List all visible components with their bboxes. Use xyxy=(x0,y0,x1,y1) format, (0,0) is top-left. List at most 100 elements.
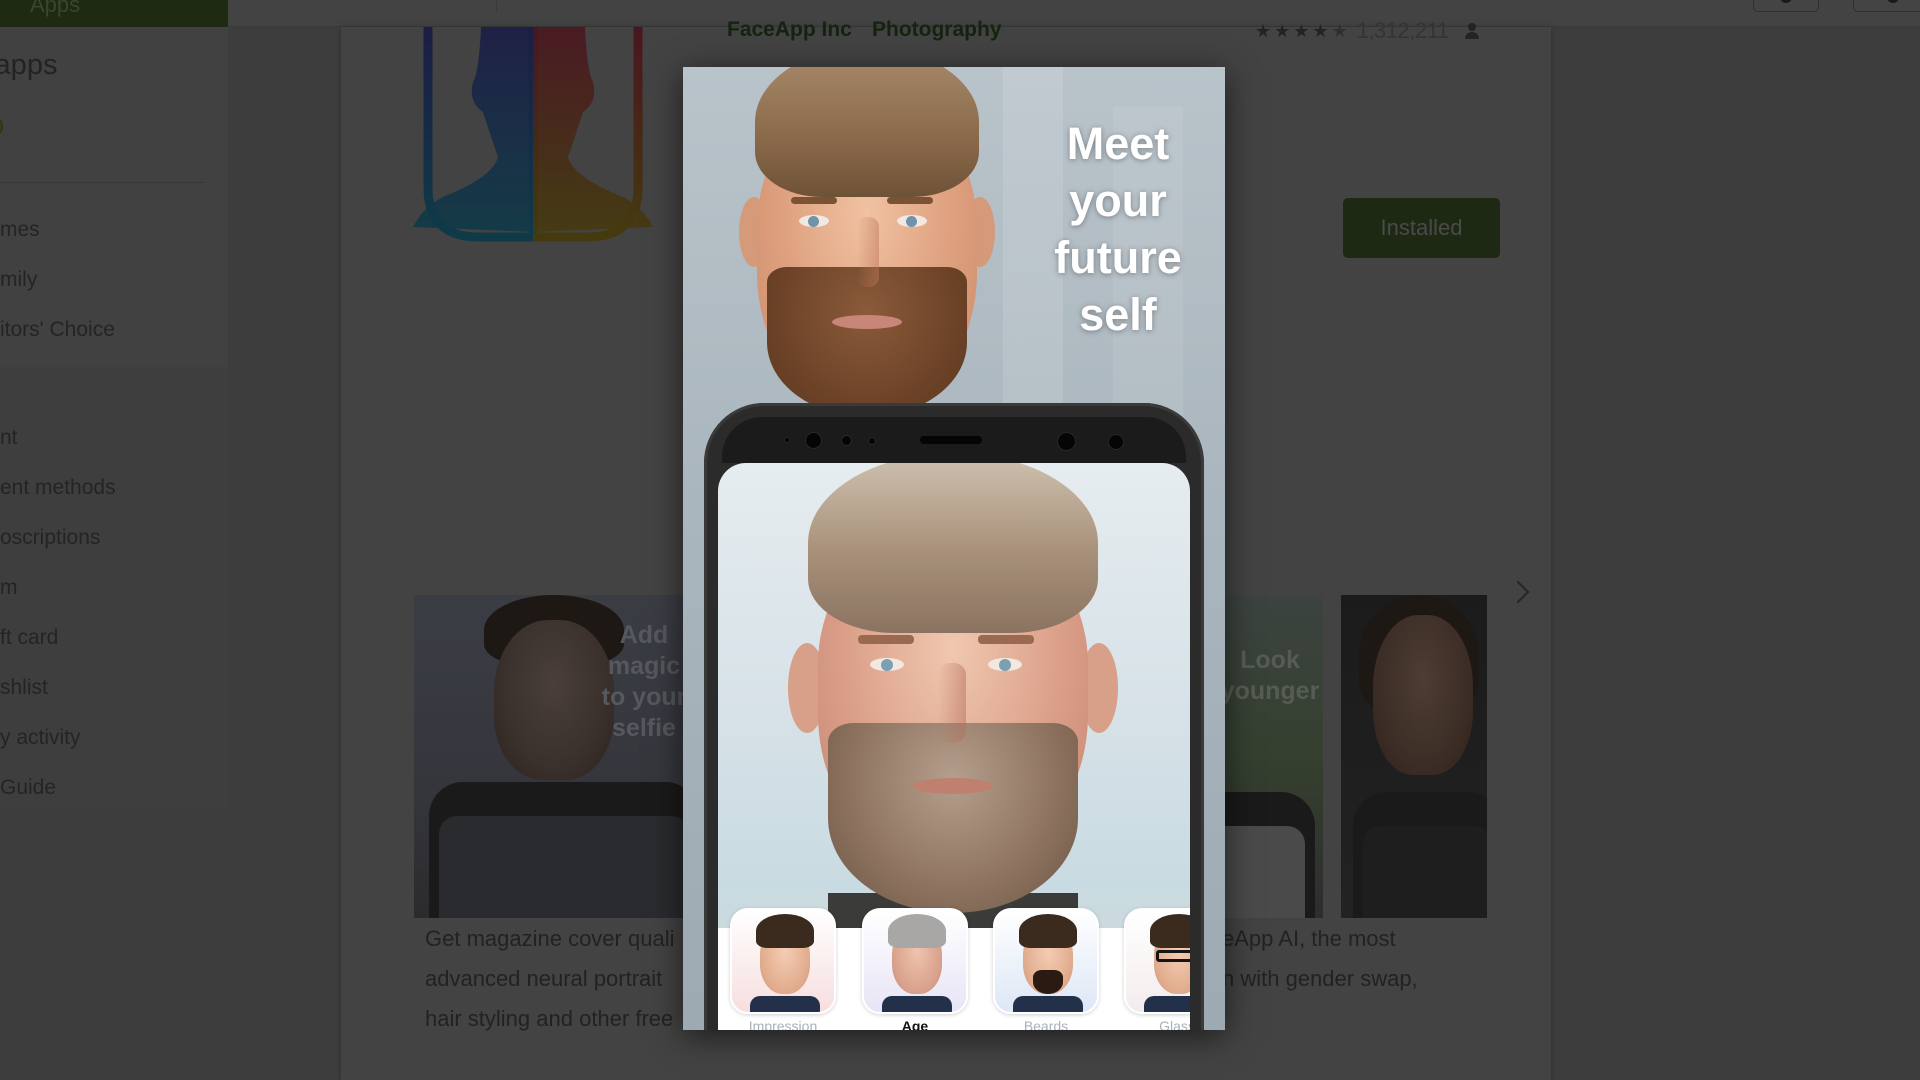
brand-bar[interactable]: Apps xyxy=(0,0,228,27)
description-line: hair styling and other free xyxy=(425,1006,674,1031)
thumbnail-caption: Add magic to your selfie xyxy=(601,621,684,742)
aged-face-photo xyxy=(788,463,1118,933)
headline-line: your xyxy=(1069,175,1167,226)
sensor-icon xyxy=(784,437,790,443)
nose xyxy=(938,663,966,743)
eye xyxy=(988,658,1022,671)
headline-line: future xyxy=(1054,232,1182,283)
headline-line: Meet xyxy=(1066,118,1170,169)
header-account-button[interactable] xyxy=(1853,0,1920,12)
description-line: eApp AI, the most xyxy=(1222,926,1396,951)
filter-beards[interactable]: Beards xyxy=(993,908,1099,1030)
thumb-phone-screen xyxy=(1363,826,1487,918)
sidebar-item-payment-methods[interactable]: ent methods xyxy=(0,476,116,500)
sidebar-item-editors-choice[interactable]: itors' Choice xyxy=(0,318,115,342)
filter-label: Beards xyxy=(1023,1018,1069,1030)
phone-mockup: Impression Age Beards Glas xyxy=(704,403,1204,1030)
sidebar-divider xyxy=(0,182,205,183)
thumb-phone-screen xyxy=(439,816,684,918)
sensor-icon xyxy=(868,437,876,445)
filter-thumbnail xyxy=(993,908,1099,1014)
mini-shirt xyxy=(1144,996,1190,1012)
sidebar-item-subscriptions[interactable]: oscriptions xyxy=(0,526,100,550)
screenshot-lightbox[interactable]: Meet your future self Impression Age Bea… xyxy=(683,67,1225,1030)
description-line: Get magazine cover quali xyxy=(425,926,675,951)
beard xyxy=(767,267,967,417)
beard xyxy=(828,723,1078,913)
description-line: advanced neural portrait xyxy=(425,966,663,991)
mini-hair xyxy=(1150,914,1190,948)
thumb-phone xyxy=(1225,792,1315,918)
screenshot-thumbnail[interactable]: Look younger xyxy=(1225,595,1323,918)
headline-line: self xyxy=(1079,289,1157,340)
sidebar-section-shop[interactable]: hop xyxy=(0,109,4,142)
app-icon xyxy=(413,27,653,242)
help-icon xyxy=(1780,0,1792,3)
installed-button[interactable]: Installed xyxy=(1343,198,1500,258)
thumb-phone xyxy=(1353,792,1487,918)
sidebar-section-my-apps[interactable]: y apps xyxy=(0,49,57,82)
account-icon xyxy=(1887,0,1899,3)
brand-label: Apps xyxy=(30,0,81,17)
half-star-icon: ★ xyxy=(1331,20,1348,41)
sidebar-item-account[interactable]: nt xyxy=(0,426,18,450)
thumb-phone xyxy=(429,782,684,918)
eyebrow xyxy=(791,197,837,204)
sensor-icon xyxy=(841,435,852,446)
star-icon: ★ xyxy=(1274,20,1291,41)
headline: Meet your future self xyxy=(1023,115,1213,343)
sidebar-item-my-play-activity[interactable]: y activity xyxy=(0,726,81,750)
mini-shirt xyxy=(882,996,952,1012)
sidebar-item-buy-gift-card[interactable]: ft card xyxy=(0,626,58,650)
sidebar-item-family[interactable]: mily xyxy=(0,268,37,292)
filter-thumbnail xyxy=(730,908,836,1014)
chevron-right-icon[interactable] xyxy=(1508,578,1532,608)
header-divider xyxy=(496,0,497,12)
eye xyxy=(897,215,927,227)
eye xyxy=(870,658,904,671)
eye xyxy=(799,215,829,227)
screenshot-thumbnail[interactable]: Add magic to your selfie xyxy=(414,595,684,918)
screenshot-thumbnail[interactable] xyxy=(1341,595,1487,918)
filter-thumbnail xyxy=(862,908,968,1014)
mouth xyxy=(832,315,902,329)
camera-icon xyxy=(1057,432,1076,451)
eyebrow xyxy=(887,197,933,204)
sidebar-item-wishlist[interactable]: shlist xyxy=(0,676,48,700)
mouth xyxy=(913,778,993,794)
sidebar-item-redeem[interactable]: m xyxy=(0,576,18,600)
filter-label: Impression xyxy=(748,1018,818,1030)
developer-link[interactable]: FaceApp Inc xyxy=(727,18,852,42)
filter-impression[interactable]: Impression xyxy=(730,908,836,1030)
camera-icon xyxy=(805,432,822,449)
mini-shirt xyxy=(750,996,820,1012)
rating-summary: ★ ★ ★ ★ ★ 1,312,211 xyxy=(1255,18,1480,44)
camera-icon xyxy=(1108,434,1124,450)
filter-label: Age xyxy=(901,1018,929,1030)
star-icon: ★ xyxy=(1293,20,1310,41)
sidebar-item-games[interactable]: mes xyxy=(0,218,40,242)
hair xyxy=(755,67,979,197)
phone-screen: Impression Age Beards Glas xyxy=(718,463,1190,1030)
eyebrow xyxy=(978,635,1034,644)
thumb-face xyxy=(1373,615,1473,775)
rating-count: 1,312,211 xyxy=(1356,18,1449,43)
description-line: n with gender swap, xyxy=(1222,966,1418,991)
eyebrow xyxy=(858,635,914,644)
filter-thumbnail xyxy=(1124,908,1190,1014)
sidebar: y apps hop mes mily itors' Choice nt ent… xyxy=(0,27,228,807)
mini-beard xyxy=(1033,970,1063,994)
sidebar-item-parent-guide[interactable]: Guide xyxy=(0,776,56,800)
mini-hair xyxy=(756,914,814,948)
filter-label: Glass xyxy=(1159,1018,1190,1030)
category-link[interactable]: Photography xyxy=(872,18,1002,42)
sidebar-account-panel: nt ent methods oscriptions m ft card shl… xyxy=(0,367,228,807)
filter-glasses[interactable]: Glass xyxy=(1124,908,1190,1030)
filter-bar: Impression Age Beards Glas xyxy=(718,908,1190,1030)
filter-age[interactable]: Age xyxy=(862,908,968,1030)
nose xyxy=(857,217,879,287)
header-help-button[interactable] xyxy=(1753,0,1819,12)
hair xyxy=(808,463,1098,633)
person-icon xyxy=(1465,23,1480,39)
star-icon: ★ xyxy=(1255,20,1272,41)
